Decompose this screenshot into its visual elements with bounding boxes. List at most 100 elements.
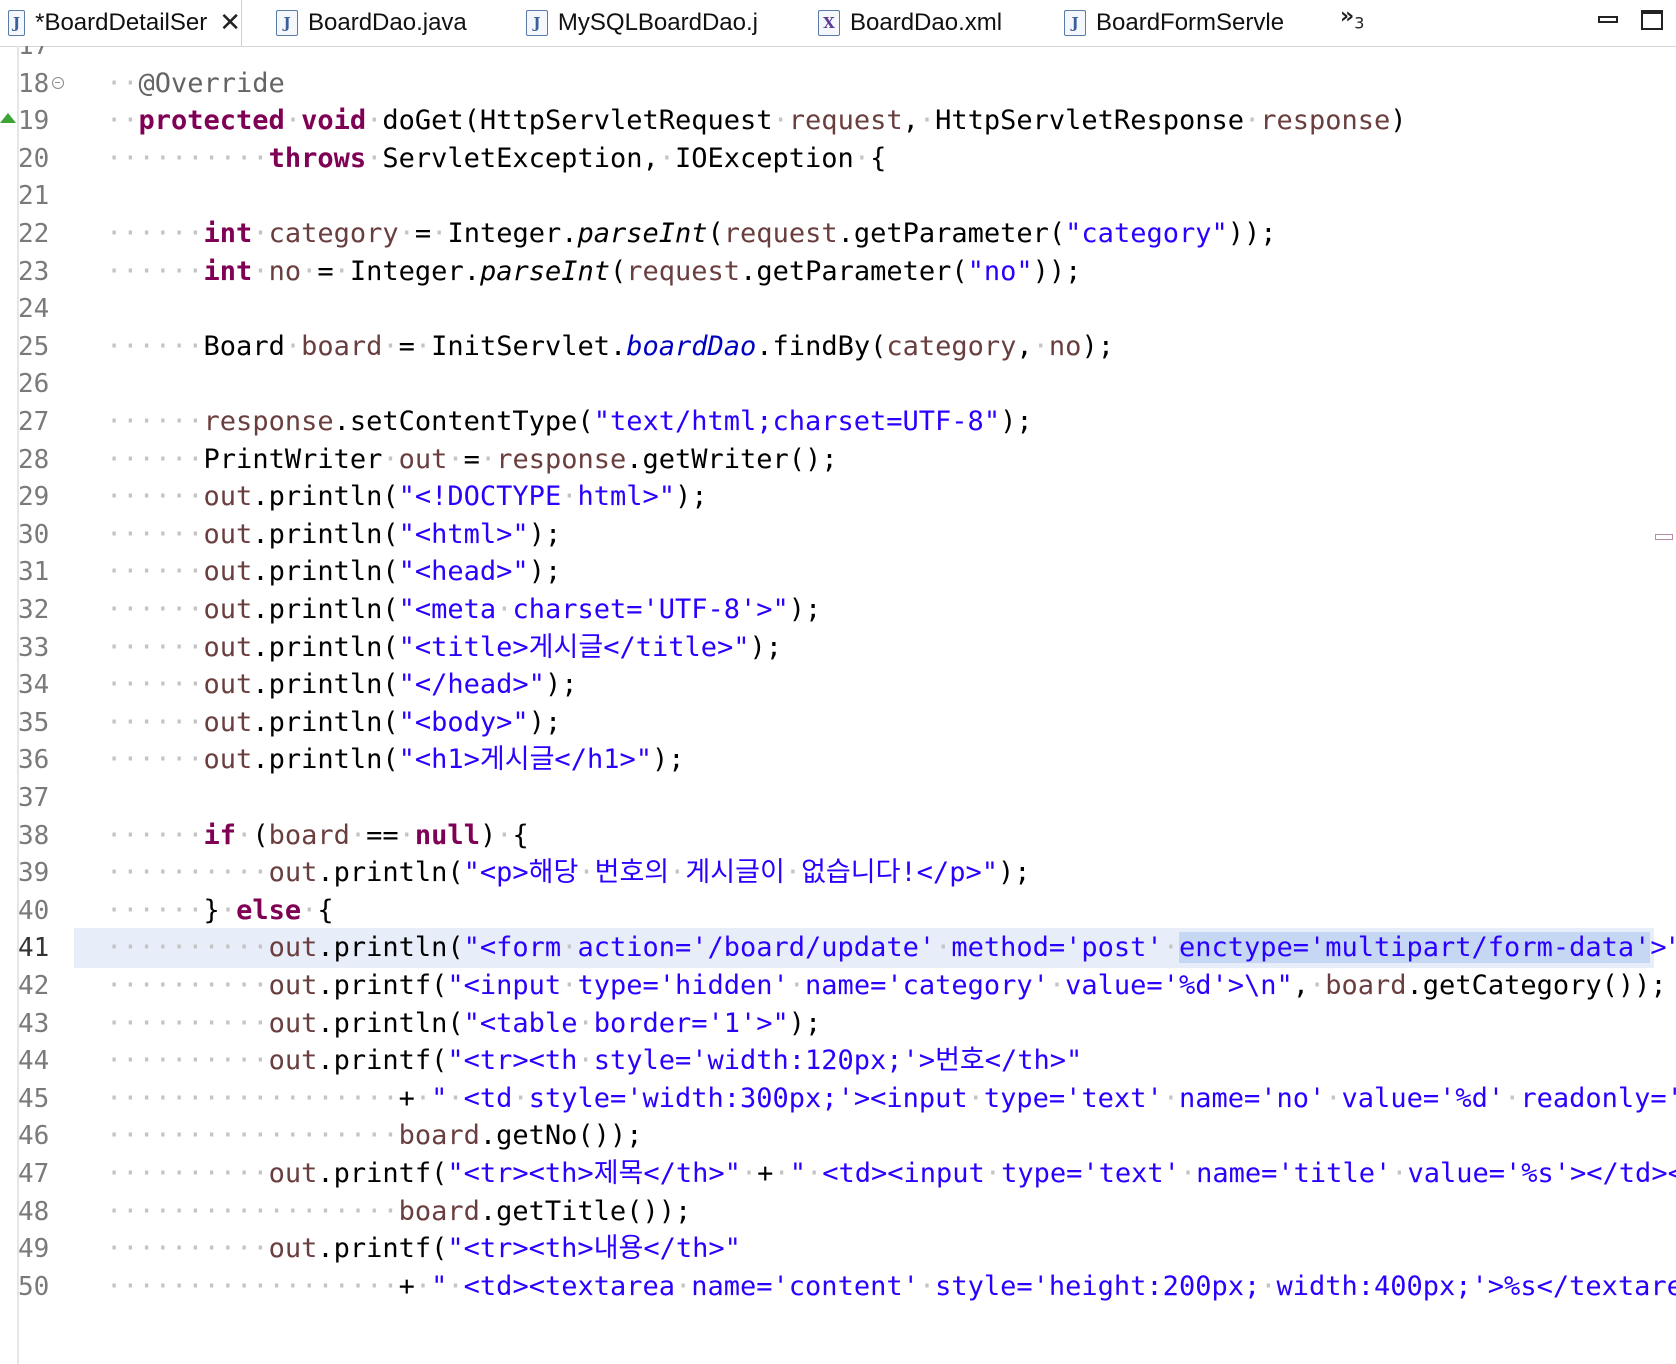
close-icon[interactable]: ✕	[219, 8, 241, 38]
tab-board-dao-java[interactable]: J BoardDao.java	[268, 0, 488, 46]
code-text: ······out.println("<h1>게시글</h1>");	[106, 744, 685, 776]
code-text: ··········out.println("<table·border='1'…	[106, 1007, 822, 1039]
code-line[interactable]: 31 ······out.println("<head>");	[0, 552, 1676, 592]
overview-ruler-marker[interactable]	[1655, 534, 1673, 540]
code-line[interactable]: 44 ··········out.printf("<tr><th·style='w…	[0, 1041, 1676, 1081]
code-text: ··········out.println("<form·action='/bo…	[106, 932, 1676, 964]
line-number: 22	[18, 219, 50, 249]
code-line[interactable]: 36 ······out.println("<h1>게시글</h1>");	[0, 740, 1676, 780]
line-number: 40	[18, 895, 50, 926]
code-text: ······}·else·{	[106, 894, 334, 926]
code-line[interactable]: 24	[0, 289, 1676, 329]
tab-board-dao-xml[interactable]: X BoardDao.xml	[810, 0, 1020, 46]
line-number: 26	[18, 369, 50, 400]
code-line[interactable]: 20 ··········throws·ServletException,·IOE…	[0, 139, 1676, 179]
code-line[interactable]: 33 ······out.println("<title>게시글</title>"…	[0, 628, 1676, 668]
code-editor[interactable]: 17 18 ··@Override 19 ··protected·void·doGet(…	[0, 46, 1676, 1364]
code-line[interactable]: 40 ······}·else·{	[0, 891, 1676, 931]
line-number: 19	[18, 106, 50, 137]
tab-label: MySQLBoardDao.j	[557, 9, 758, 36]
line-number: 45	[18, 1083, 50, 1114]
code-line[interactable]: 46 ··················board.getNo());	[0, 1116, 1676, 1156]
code-line[interactable]: 29 ······out.println("<!DOCTYPE·html>");	[0, 477, 1676, 517]
tab-board-detail-servlet[interactable]: J *BoardDetailSer ✕	[0, 0, 242, 46]
tab-label: BoardDao.java	[308, 9, 467, 36]
code-text: ··················board.getTitle());	[106, 1195, 692, 1227]
code-line[interactable]: 49 ··········out.printf("<tr><th>내용</th>"	[0, 1229, 1676, 1269]
code-text: ··protected·void·doGet(HttpServletReques…	[106, 105, 1407, 137]
line-number: 34	[18, 670, 50, 701]
java-file-icon: J	[276, 10, 298, 36]
maximize-button[interactable]	[1641, 10, 1663, 30]
code-line[interactable]: 39 ··········out.println("<p>해당·번호의·게시글이·…	[0, 853, 1676, 893]
line-number: 27	[18, 407, 50, 437]
code-line[interactable]: 25 ······Board·board·=·InitServlet.boardD…	[0, 327, 1676, 367]
code-text: ······int·category·=·Integer.parseInt(re…	[106, 218, 1277, 249]
tab-overflow-button[interactable]: »3	[1340, 4, 1364, 32]
code-line[interactable]: 27 ······response.setContentType("text/ht…	[0, 402, 1676, 442]
code-line[interactable]: 26	[0, 364, 1676, 404]
code-line[interactable]: 45 ··················+·"·<td·style='width…	[0, 1079, 1676, 1119]
code-line[interactable]: 32 ······out.println("<meta·charset='UTF-…	[0, 590, 1676, 630]
code-line[interactable]: 37	[0, 778, 1676, 818]
code-text: ······if·(board·==·null)·{	[106, 819, 529, 851]
overflow-count: 3	[1354, 13, 1365, 33]
code-line[interactable]: 35 ······out.println("<body>");	[0, 703, 1676, 743]
editor-tab-bar: J *BoardDetailSer ✕ J BoardDao.java J My…	[0, 0, 1676, 47]
line-number: 42	[18, 971, 50, 1001]
code-text: ··········throws·ServletException,·IOExc…	[106, 142, 887, 174]
code-text: ······PrintWriter·out·=·response.getWrit…	[106, 443, 838, 475]
code-line[interactable]: 34 ······out.println("</head>");	[0, 665, 1676, 705]
line-number: 21	[18, 181, 50, 212]
code-text: ··········out.printf("<tr><th>제목</th>"·+…	[106, 1158, 1676, 1189]
code-text: ··················board.getNo());	[106, 1120, 643, 1152]
xml-file-icon: X	[818, 10, 840, 36]
code-line[interactable]: 23 ······int·no·=·Integer.parseInt(reques…	[0, 252, 1676, 292]
line-number: 50	[18, 1271, 50, 1302]
code-text: ······out.println("</head>");	[106, 669, 578, 701]
line-number: 29	[18, 482, 50, 513]
line-number: 44	[18, 1046, 50, 1077]
java-file-icon: J	[526, 10, 548, 36]
tab-board-form-servlet[interactable]: J BoardFormServle	[1056, 0, 1296, 46]
code-line[interactable]: 43 ··········out.println("<table·border='…	[0, 1004, 1676, 1044]
code-text: ··········out.printf("<tr><th>내용</th>"	[106, 1233, 741, 1265]
line-number: 35	[18, 707, 50, 738]
code-line[interactable]: 48 ··················board.getTitle());	[0, 1192, 1676, 1232]
line-number: 30	[18, 519, 50, 550]
code-line[interactable]: 38 ······if·(board·==·null)·{	[0, 816, 1676, 856]
code-text: ······out.println("<html>");	[106, 518, 562, 550]
line-number: 43	[18, 1008, 50, 1039]
line-number: 41	[18, 933, 50, 964]
line-number: 46	[18, 1121, 50, 1152]
code-text: ··········out.println("<p>해당·번호의·게시글이·없습…	[106, 857, 1031, 889]
code-line[interactable]: 30 ······out.println("<html>");	[0, 515, 1676, 555]
code-text: ······out.println("<body>");	[106, 706, 562, 738]
tab-label: BoardFormServle	[1096, 9, 1285, 36]
tab-mysql-board-dao[interactable]: J MySQLBoardDao.j	[518, 0, 758, 46]
line-number: 23	[18, 256, 50, 287]
line-number: 39	[18, 858, 50, 889]
fold-collapse-icon[interactable]	[52, 76, 64, 89]
code-line[interactable]: 18 ··@Override	[0, 64, 1676, 104]
line-number: 24	[18, 294, 50, 325]
minimize-button[interactable]	[1598, 10, 1620, 30]
line-number: 37	[18, 783, 50, 813]
override-marker-icon[interactable]	[0, 113, 16, 124]
code-line[interactable]: 21	[0, 176, 1676, 216]
code-line[interactable]: 42 ··········out.printf("<input·type='hid…	[0, 966, 1676, 1006]
chevron-double-right-icon: »	[1340, 4, 1355, 29]
code-line[interactable]: 47 ··········out.printf("<tr><th>제목</th>"…	[0, 1154, 1676, 1194]
line-number: 36	[18, 745, 50, 776]
code-line[interactable]: 22 ······int·category·=·Integer.parseInt(…	[0, 214, 1676, 254]
code-text: ··················+·"·<td><textarea·name…	[106, 1270, 1676, 1302]
line-number: 25	[18, 331, 50, 362]
code-line[interactable]: 19 ··protected·void·doGet(HttpServletRequ…	[0, 101, 1676, 141]
code-line[interactable]: 50 ··················+·"·<td><textarea·na…	[0, 1267, 1676, 1307]
code-line[interactable]: 41 ··········out.println("<form·action='/…	[0, 928, 1676, 969]
code-text: ······out.println("<meta·charset='UTF-8'…	[106, 594, 822, 625]
line-number: 20	[18, 143, 50, 174]
line-number: 38	[18, 820, 50, 851]
line-number: 28	[18, 444, 50, 475]
code-line[interactable]: 28 ······PrintWriter·out·=·response.getWr…	[0, 440, 1676, 480]
